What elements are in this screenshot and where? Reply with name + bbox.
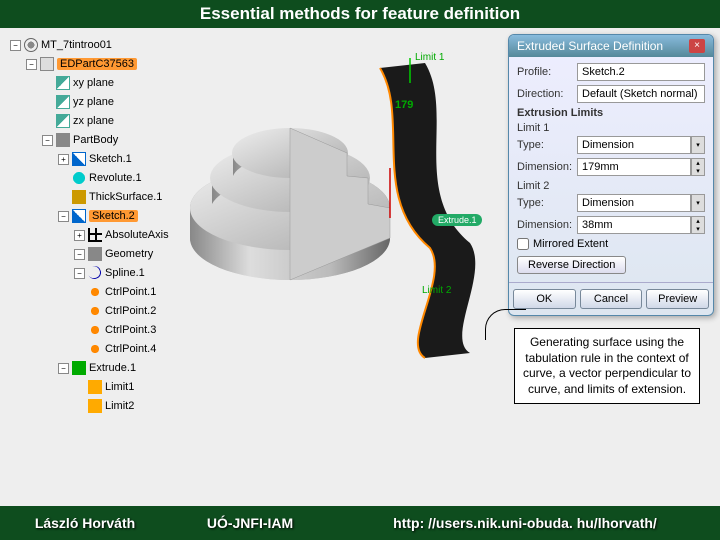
plane-icon: [56, 76, 70, 90]
expander-icon[interactable]: −: [74, 268, 85, 279]
close-icon[interactable]: ×: [689, 39, 705, 53]
tree-item[interactable]: Limit2: [10, 397, 210, 415]
cancel-button[interactable]: Cancel: [580, 289, 643, 309]
footer-url: http: //users.nik.uni-obuda. hu/lhorvath…: [330, 515, 720, 531]
body-icon: [88, 247, 102, 261]
expander-icon[interactable]: −: [42, 135, 53, 146]
expander-icon[interactable]: −: [10, 40, 21, 51]
type1-select[interactable]: Dimension: [577, 136, 691, 154]
mirrored-checkbox[interactable]: [517, 238, 529, 250]
tree-item-label: PartBody: [73, 134, 118, 146]
ok-button[interactable]: OK: [513, 289, 576, 309]
tree-item-label: yz plane: [73, 96, 114, 108]
profile-field[interactable]: Sketch.2: [577, 63, 705, 81]
axis-icon: [88, 228, 102, 242]
extrude-dialog: Extruded Surface Definition × Profile: S…: [508, 34, 714, 316]
gear-icon: [24, 38, 38, 52]
limit1-header: Limit 1: [517, 122, 705, 134]
spline-icon: [88, 266, 102, 280]
tree-root-label: MT_7tintroo01: [41, 39, 112, 51]
reverse-button[interactable]: Reverse Direction: [517, 256, 626, 274]
direction-label: Direction:: [517, 88, 577, 100]
slide-title: Essential methods for feature definition: [0, 0, 720, 28]
pt-icon: [88, 323, 102, 337]
mirrored-label: Mirrored Extent: [533, 238, 608, 250]
limit2-label: Limit 2: [422, 285, 452, 296]
dim2-label: Dimension:: [517, 219, 577, 231]
dialog-title-text: Extruded Surface Definition: [517, 39, 663, 53]
footer-author: László Horváth: [0, 515, 170, 531]
tree-item-label: EDPartC37563: [57, 58, 137, 70]
expander-icon[interactable]: −: [58, 363, 69, 374]
surf-icon: [72, 190, 86, 204]
preview-button[interactable]: Preview: [646, 289, 709, 309]
cube-icon: [40, 57, 54, 71]
profile-label: Profile:: [517, 66, 577, 78]
limits-header: Extrusion Limits: [517, 107, 705, 119]
dim1-field[interactable]: 179mm: [577, 158, 691, 176]
body-icon: [56, 133, 70, 147]
limit1-label: Limit 1: [415, 52, 445, 63]
tree-item-label: Limit1: [105, 381, 134, 393]
type2-label: Type:: [517, 197, 577, 209]
footer-bar: László Horváth UÓ-JNFI-IAM http: //users…: [0, 506, 720, 540]
tree-item-label: CtrlPoint.4: [105, 343, 156, 355]
tree-item-label: Revolute.1: [89, 172, 142, 184]
tree-item-label: ThickSurface.1: [89, 191, 162, 203]
expander-icon[interactable]: −: [26, 59, 37, 70]
3d-viewport[interactable]: Limit 1 179 Limit 2 Extrude.1: [170, 28, 500, 368]
limit2-header: Limit 2: [517, 180, 705, 192]
annotation-callout: Generating surface using the tabulation …: [514, 328, 700, 404]
dialog-titlebar[interactable]: Extruded Surface Definition ×: [509, 35, 713, 57]
sketch-icon: [72, 152, 86, 166]
surface-label: Extrude.1: [438, 215, 477, 225]
tree-item-label: Extrude.1: [89, 362, 136, 374]
tree-item-label: Limit2: [105, 400, 134, 412]
sketch-icon: [72, 209, 86, 223]
pt-icon: [88, 304, 102, 318]
plane-icon: [56, 114, 70, 128]
tree-item-label: Sketch.2: [89, 210, 138, 222]
rev-icon: [72, 171, 86, 185]
tree-item-label: CtrlPoint.1: [105, 286, 156, 298]
tree-item-label: CtrlPoint.2: [105, 305, 156, 317]
pt-icon: [88, 285, 102, 299]
content-area: − MT_7tintroo01 − EDPartC37563 xy plane yz …: [0, 28, 720, 506]
expander-icon[interactable]: +: [58, 154, 69, 165]
type1-label: Type:: [517, 139, 577, 151]
dim2-field[interactable]: 38mm: [577, 216, 691, 234]
expander-icon[interactable]: −: [58, 211, 69, 222]
dim-label: 179: [395, 99, 413, 111]
direction-field[interactable]: Default (Sketch normal): [577, 85, 705, 103]
tree-item-label: xy plane: [73, 77, 114, 89]
dim1-spinner[interactable]: ▴▾: [691, 158, 705, 176]
ext-icon: [72, 361, 86, 375]
dim2-spinner[interactable]: ▴▾: [691, 216, 705, 234]
expander-icon[interactable]: +: [74, 230, 85, 241]
pt-icon: [88, 342, 102, 356]
tree-item-label: AbsoluteAxis: [105, 229, 169, 241]
expander-icon[interactable]: −: [74, 249, 85, 260]
dim1-label: Dimension:: [517, 161, 577, 173]
tree-item-label: Sketch.1: [89, 153, 132, 165]
lim-icon: [88, 380, 102, 394]
type2-dropdown-icon[interactable]: ▾: [691, 194, 705, 212]
lim-icon: [88, 399, 102, 413]
type2-select[interactable]: Dimension: [577, 194, 691, 212]
tree-item-label: Spline.1: [105, 267, 145, 279]
tree-item-label: Geometry: [105, 248, 153, 260]
tree-item-label: zx plane: [73, 115, 114, 127]
tree-item-label: CtrlPoint.3: [105, 324, 156, 336]
tree-item[interactable]: Limit1: [10, 378, 210, 396]
plane-icon: [56, 95, 70, 109]
type1-dropdown-icon[interactable]: ▾: [691, 136, 705, 154]
footer-org: UÓ-JNFI-IAM: [170, 515, 330, 531]
